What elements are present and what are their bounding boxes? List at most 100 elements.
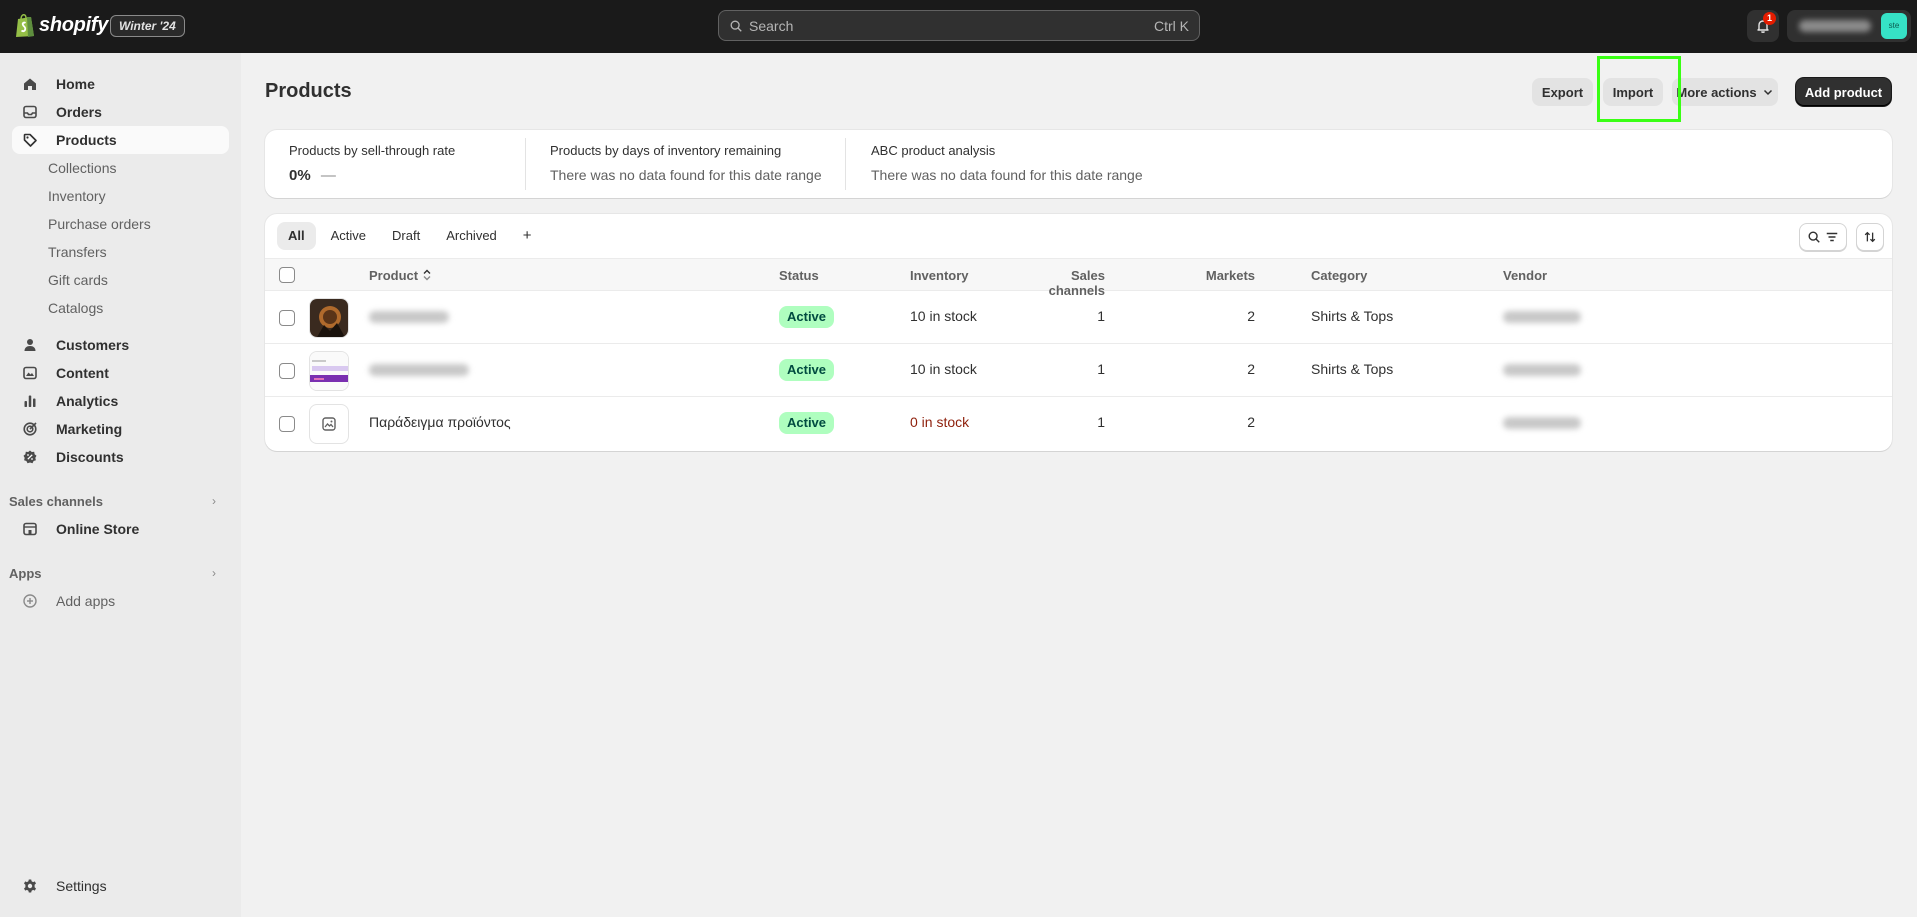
- image-placeholder-icon: [322, 417, 336, 431]
- markets-cell: 2: [1247, 308, 1255, 324]
- column-status: Status: [779, 268, 819, 283]
- vendor-redacted: [1503, 417, 1581, 429]
- chevron-right-icon[interactable]: ›: [212, 494, 216, 508]
- metric-days-of-inventory[interactable]: Products by days of inventory remaining …: [550, 143, 822, 183]
- tag-icon: [20, 130, 40, 150]
- tab-archived[interactable]: Archived: [435, 222, 508, 250]
- column-inventory: Inventory: [910, 268, 969, 283]
- products-table-card: All Active Draft Archived + Product Stat…: [265, 214, 1892, 451]
- metric-value: There was no data found for this date ra…: [550, 167, 822, 183]
- column-category: Category: [1311, 268, 1368, 283]
- shopify-bag-icon: [16, 14, 34, 37]
- store-name-redacted: [1799, 20, 1871, 32]
- sidebar-item-analytics[interactable]: Analytics: [12, 387, 229, 415]
- sidebar-subitem-gift-cards[interactable]: Gift cards: [48, 268, 108, 292]
- sidebar-subitem-catalogs[interactable]: Catalogs: [48, 296, 103, 320]
- import-button[interactable]: Import: [1603, 78, 1663, 106]
- select-all-checkbox[interactable]: [279, 267, 295, 283]
- sidebar-item-home[interactable]: Home: [12, 70, 229, 98]
- sidebar-item-orders[interactable]: Orders: [12, 98, 229, 126]
- markets-cell: 2: [1247, 361, 1255, 377]
- discount-icon: [20, 447, 40, 467]
- sidebar: Home Orders Products Collections Invento…: [0, 53, 241, 917]
- product-thumbnail: [309, 351, 349, 391]
- sort-arrows-icon: [423, 269, 431, 281]
- page-title: Products: [265, 80, 352, 102]
- metric-sell-through[interactable]: Products by sell-through rate 0% —: [289, 143, 455, 184]
- status-badge: Active: [779, 412, 835, 434]
- vendor-redacted: [1503, 311, 1581, 323]
- table-row[interactable]: Active 10 in stock 1 2 Shirts & Tops: [265, 344, 1892, 397]
- person-icon: [20, 335, 40, 355]
- chevron-right-icon[interactable]: ›: [212, 566, 216, 580]
- search-bar[interactable]: Search Ctrl K: [718, 10, 1200, 41]
- metric-value: There was no data found for this date ra…: [871, 167, 1143, 183]
- sidebar-item-label: Online Store: [56, 521, 140, 537]
- sales-channels-heading[interactable]: Sales channels: [9, 494, 103, 509]
- edition-badge[interactable]: Winter '24: [110, 15, 185, 37]
- notification-count-badge: 1: [1763, 12, 1776, 25]
- inventory-cell: 0 in stock: [910, 414, 970, 430]
- table-row[interactable]: Παράδειγμα προϊόντος Active 0 in stock 1…: [265, 397, 1892, 450]
- product-thumbnail: [309, 404, 349, 444]
- target-icon: [20, 419, 40, 439]
- sidebar-item-label: Content: [56, 365, 109, 381]
- sidebar-subitem-inventory[interactable]: Inventory: [48, 184, 106, 208]
- sidebar-item-add-apps[interactable]: Add apps: [12, 587, 229, 615]
- chevron-down-icon: [1763, 89, 1772, 96]
- more-actions-label: More actions: [1676, 84, 1757, 100]
- status-badge: Active: [779, 306, 835, 328]
- sidebar-item-label: Home: [56, 76, 95, 92]
- product-name-link[interactable]: Παράδειγμα προϊόντος: [369, 414, 511, 430]
- sidebar-item-products[interactable]: Products: [12, 126, 229, 154]
- sidebar-item-discounts[interactable]: Discounts: [12, 443, 229, 471]
- metric-label: ABC product analysis: [871, 143, 996, 158]
- sidebar-item-settings[interactable]: Settings: [12, 872, 229, 900]
- metric-abc-analysis[interactable]: ABC product analysis There was no data f…: [871, 143, 1143, 183]
- sidebar-item-label: Analytics: [56, 393, 119, 409]
- apps-heading[interactable]: Apps: [9, 566, 42, 581]
- shopify-wordmark: shopify: [39, 13, 109, 36]
- analytics-card[interactable]: Products by sell-through rate 0% — Produ…: [265, 130, 1892, 198]
- home-icon: [20, 74, 40, 94]
- table-row[interactable]: Active 10 in stock 1 2 Shirts & Tops: [265, 291, 1892, 344]
- sidebar-subitem-purchase-orders[interactable]: Purchase orders: [48, 212, 151, 236]
- product-name-redacted[interactable]: [369, 364, 469, 376]
- sort-button[interactable]: [1856, 223, 1884, 251]
- export-button[interactable]: Export: [1532, 78, 1593, 106]
- sidebar-item-content[interactable]: Content: [12, 359, 229, 387]
- add-view-button[interactable]: +: [512, 222, 543, 250]
- row-checkbox[interactable]: [279, 310, 295, 326]
- more-actions-button[interactable]: More actions: [1672, 78, 1778, 106]
- row-checkbox[interactable]: [279, 416, 295, 432]
- plus-circle-icon: [20, 591, 40, 611]
- sidebar-item-online-store[interactable]: Online Store: [12, 515, 229, 543]
- category-cell: Shirts & Tops: [1311, 308, 1394, 324]
- search-icon: [1808, 231, 1820, 243]
- vendor-redacted: [1503, 364, 1581, 376]
- tab-all[interactable]: All: [277, 222, 316, 250]
- metric-label: Products by sell-through rate: [289, 143, 456, 158]
- sidebar-subitem-transfers[interactable]: Transfers: [48, 240, 107, 264]
- product-name-redacted[interactable]: [369, 311, 449, 323]
- sidebar-item-label: Customers: [56, 337, 130, 353]
- store-menu-button[interactable]: ste: [1787, 10, 1911, 42]
- shopify-logo[interactable]: shopify: [14, 12, 108, 38]
- sidebar-item-marketing[interactable]: Marketing: [12, 415, 229, 443]
- tab-active[interactable]: Active: [320, 222, 377, 250]
- sidebar-subitem-collections[interactable]: Collections: [48, 156, 116, 180]
- tab-draft[interactable]: Draft: [381, 222, 431, 250]
- store-avatar: ste: [1881, 13, 1907, 39]
- notifications-button[interactable]: 1: [1747, 10, 1779, 42]
- column-product[interactable]: Product: [369, 268, 432, 283]
- status-badge: Active: [779, 359, 835, 381]
- row-checkbox[interactable]: [279, 363, 295, 379]
- markets-cell: 2: [1247, 414, 1255, 430]
- add-product-button[interactable]: Add product: [1796, 78, 1891, 106]
- store-icon: [20, 519, 40, 539]
- sidebar-item-customers[interactable]: Customers: [12, 331, 229, 359]
- product-thumbnail: [309, 298, 349, 338]
- trend-dash: —: [320, 167, 336, 184]
- column-markets: Markets: [1205, 268, 1255, 283]
- search-filter-button[interactable]: [1799, 223, 1847, 251]
